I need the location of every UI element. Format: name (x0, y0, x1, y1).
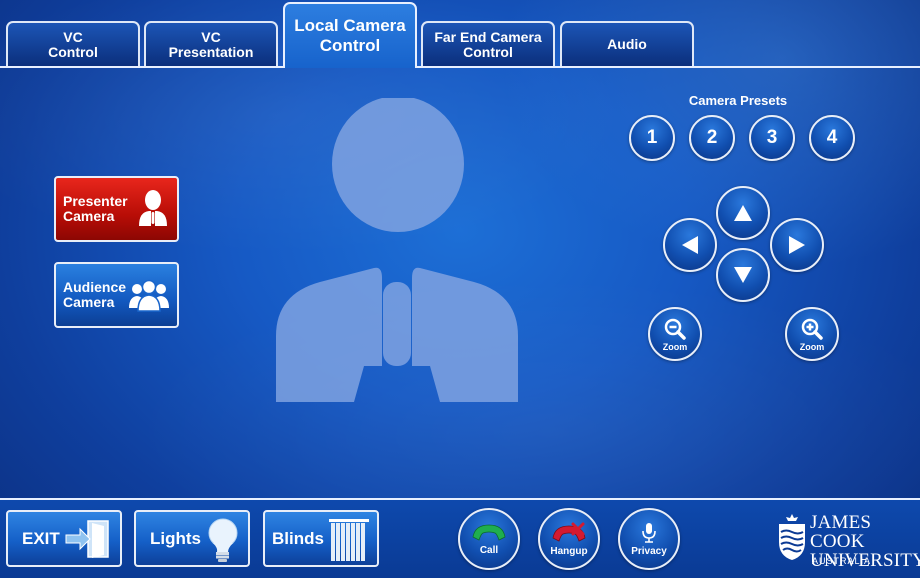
call-button[interactable]: Call (458, 508, 520, 570)
tab-audio[interactable]: Audio (560, 21, 694, 66)
camera-preview-silhouette (270, 96, 524, 407)
camera-presets-title: Camera Presets (688, 93, 788, 108)
preset-1-button[interactable]: 1 (629, 115, 675, 161)
university-logo: JAMES COOK UNIVERSITY AUSTRALIA (776, 510, 920, 570)
arrow-right-icon (789, 236, 805, 254)
exit-door-icon (64, 517, 114, 566)
tab-label: VC Presentation (168, 28, 254, 60)
zoom-in-icon (801, 318, 823, 340)
lightbulb-icon (200, 517, 242, 568)
hangup-button[interactable]: Hangup (538, 508, 600, 570)
university-country: AUSTRALIA (812, 556, 872, 566)
preset-2-button[interactable]: 2 (689, 115, 735, 161)
pan-left-button[interactable] (663, 218, 717, 272)
zoom-in-button[interactable]: Zoom (785, 307, 839, 361)
blinds-icon (327, 517, 371, 568)
blinds-button[interactable]: Blinds (263, 510, 379, 567)
arrow-left-icon (682, 236, 698, 254)
tab-vc-presentation[interactable]: VC Presentation (144, 21, 278, 66)
tab-label: Far End Camera Control (434, 28, 542, 60)
tab-vc-control[interactable]: VC Control (6, 21, 140, 66)
audience-icon (129, 278, 169, 315)
presenter-icon (137, 190, 169, 231)
tab-far-end-camera-control[interactable]: Far End Camera Control (421, 21, 555, 66)
lights-button[interactable]: Lights (134, 510, 250, 567)
privacy-button[interactable]: Privacy (618, 508, 680, 570)
call-label: Call (479, 544, 499, 556)
pan-right-button[interactable] (770, 218, 824, 272)
audience-camera-label: Audience Camera (63, 279, 127, 310)
microphone-icon (642, 522, 656, 543)
tab-bar: VC Control VC Presentation Local Camera … (0, 0, 920, 68)
audience-camera-button[interactable]: Audience Camera (54, 262, 179, 328)
crest-icon (779, 514, 805, 560)
phone-hangup-icon (552, 522, 586, 542)
preset-4-button[interactable]: 4 (809, 115, 855, 161)
exit-label: EXIT (22, 528, 60, 548)
pan-up-button[interactable] (716, 186, 770, 240)
preset-3-button[interactable]: 3 (749, 115, 795, 161)
tab-label: Audio (607, 36, 647, 52)
tab-divider (0, 66, 920, 68)
arrow-down-icon (734, 267, 752, 283)
tab-label: VC Control (48, 28, 98, 60)
tab-label: Local Camera Control (294, 16, 406, 55)
privacy-label: Privacy (631, 545, 667, 557)
presenter-camera-label: Presenter Camera (63, 193, 128, 224)
zoom-out-button[interactable]: Zoom (648, 307, 702, 361)
zoom-in-label: Zoom (799, 341, 825, 352)
presenter-camera-button[interactable]: Presenter Camera (54, 176, 179, 242)
exit-button[interactable]: EXIT (6, 510, 122, 567)
phone-call-icon (472, 524, 506, 541)
arrow-up-icon (734, 205, 752, 221)
tab-local-camera-control[interactable]: Local Camera Control (283, 2, 417, 68)
lights-label: Lights (150, 528, 201, 548)
hangup-label: Hangup (550, 545, 588, 557)
pan-down-button[interactable] (716, 248, 770, 302)
zoom-out-label: Zoom (662, 341, 688, 352)
blinds-label: Blinds (272, 528, 324, 548)
zoom-out-icon (664, 318, 686, 340)
